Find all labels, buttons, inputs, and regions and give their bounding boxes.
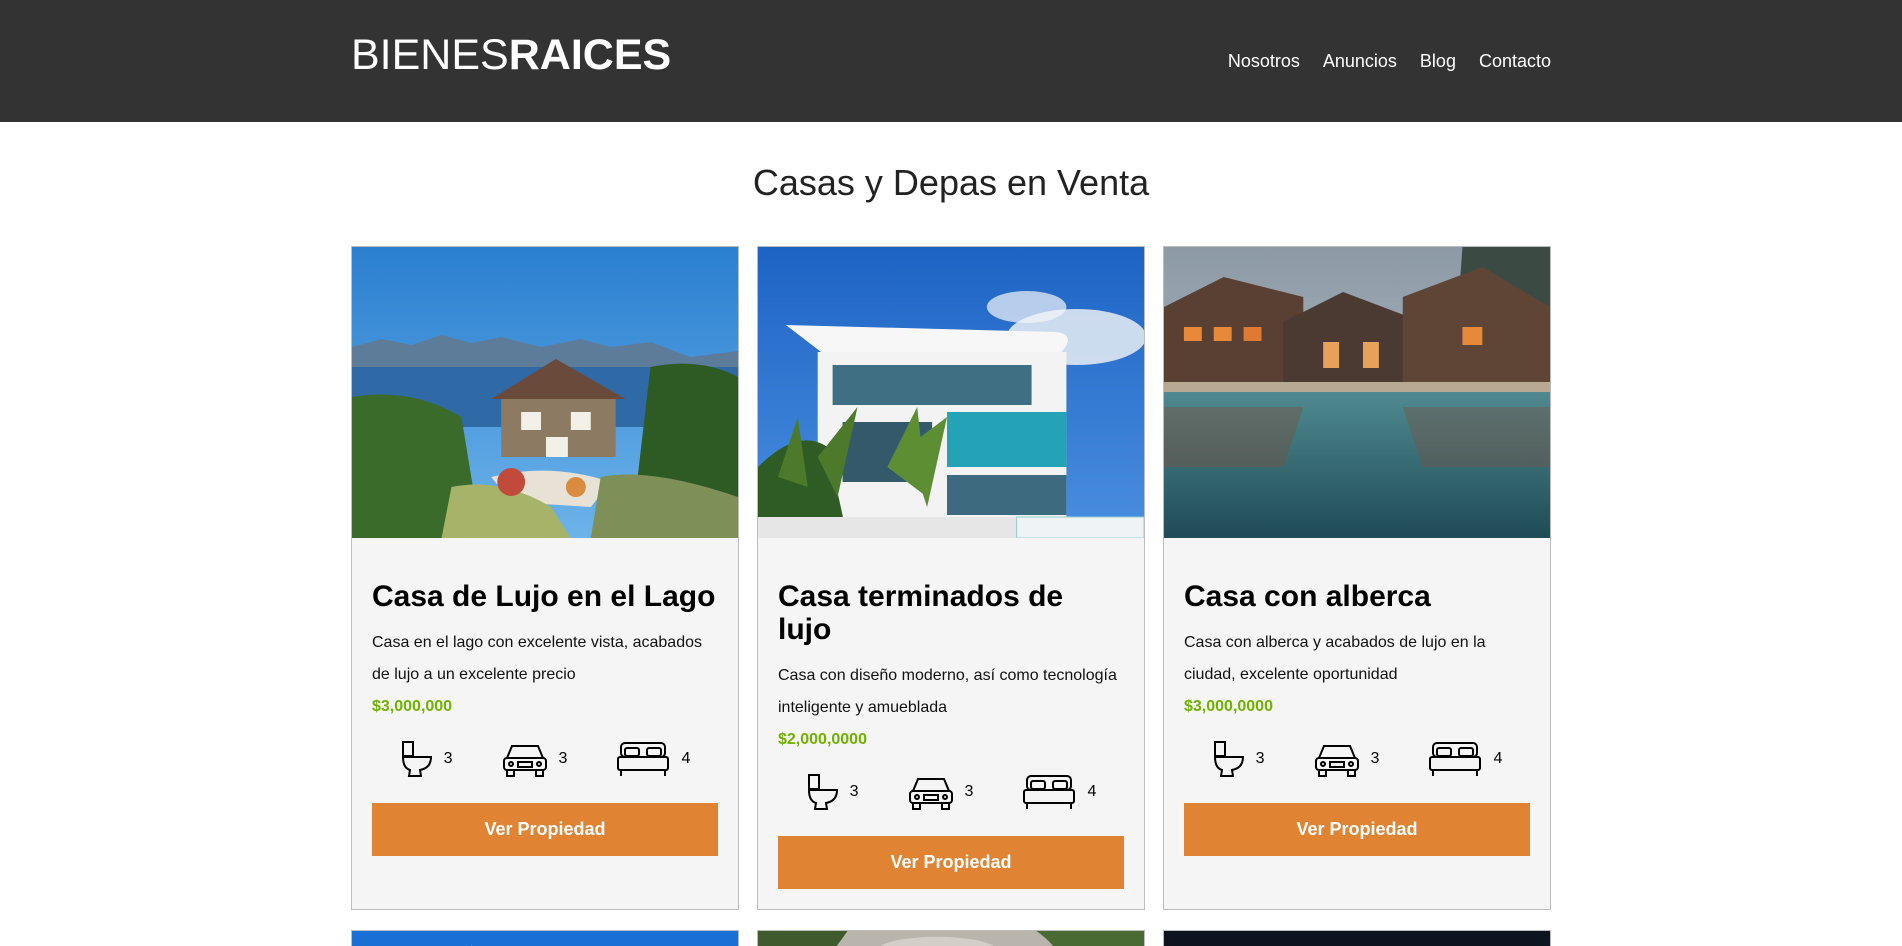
section-title: Casas y Depas en Venta bbox=[752, 162, 1150, 203]
listing-card-body: Casa con alberca Casa con alberca y acab… bbox=[1164, 538, 1550, 876]
feature-bedrooms: 4 bbox=[615, 740, 690, 778]
listing-image-pool-house bbox=[1164, 247, 1550, 538]
toilet-icon bbox=[401, 741, 432, 777]
site-header: BIENESRAICES Nosotros Anuncios Blog Cont… bbox=[0, 0, 1902, 122]
car-icon bbox=[1314, 745, 1359, 777]
feature-bedrooms: 4 bbox=[1427, 740, 1502, 778]
view-property-button[interactable]: Ver Propiedad bbox=[778, 836, 1124, 889]
listing-card-partial bbox=[1163, 930, 1551, 946]
listing-card: Casa de Lujo en el Lago Casa en el lago … bbox=[351, 246, 739, 910]
view-property-button[interactable]: Ver Propiedad bbox=[1184, 803, 1530, 856]
listing-title: Casa con alberca bbox=[1184, 580, 1431, 613]
listing-features: 3 3 4 bbox=[1184, 737, 1530, 781]
listing-title: Casa de Lujo en el Lago bbox=[372, 580, 716, 613]
feature-parking: 3 bbox=[907, 773, 974, 811]
feature-bedrooms: 4 bbox=[1021, 773, 1096, 811]
view-property-button[interactable]: Ver Propiedad bbox=[372, 803, 718, 856]
parking-count: 3 bbox=[1370, 750, 1380, 767]
listing-image-lake-house bbox=[352, 247, 738, 538]
listing-price: $3,000,0000 bbox=[1184, 698, 1273, 715]
listing-card-body: Casa de Lujo en el Lago Casa en el lago … bbox=[352, 538, 738, 876]
toilet-icon bbox=[807, 774, 838, 810]
listing-card-partial bbox=[351, 930, 739, 946]
listing-description: Casa en el lago con excelente vista, aca… bbox=[372, 634, 702, 683]
bedrooms-count: 4 bbox=[681, 750, 691, 767]
bathrooms-count: 3 bbox=[1255, 750, 1265, 767]
feature-parking: 3 bbox=[1313, 740, 1380, 778]
listings-grid: Casa de Lujo en el Lago Casa en el lago … bbox=[351, 246, 1551, 946]
listing-card-partial bbox=[757, 930, 1145, 946]
logo-bold-text: RAICES bbox=[508, 30, 672, 79]
toilet-icon bbox=[1213, 741, 1244, 777]
listing-image-partial bbox=[758, 931, 1144, 946]
bed-icon bbox=[1429, 742, 1482, 776]
car-icon bbox=[502, 745, 547, 777]
parking-count: 3 bbox=[964, 783, 974, 800]
listing-card: Casa con alberca Casa con alberca y acab… bbox=[1163, 246, 1551, 910]
feature-parking: 3 bbox=[501, 740, 568, 778]
nav-link-blog[interactable]: Blog bbox=[1420, 51, 1456, 72]
bed-icon bbox=[617, 742, 670, 776]
car-icon bbox=[908, 778, 953, 810]
listing-title: Casa terminados de lujo bbox=[778, 580, 1064, 646]
logo-light-text: BIENES bbox=[351, 30, 509, 79]
listing-features: 3 3 4 bbox=[372, 737, 718, 781]
bedrooms-count: 4 bbox=[1087, 783, 1097, 800]
bathrooms-count: 3 bbox=[443, 750, 453, 767]
site-logo[interactable]: BIENESRAICES bbox=[351, 31, 671, 80]
listing-image-partial bbox=[352, 931, 738, 946]
listing-description: Casa con alberca y acabados de lujo en l… bbox=[1184, 634, 1486, 683]
bed-icon bbox=[1023, 775, 1076, 809]
header-inner: BIENESRAICES Nosotros Anuncios Blog Cont… bbox=[351, 0, 1551, 122]
bedrooms-count: 4 bbox=[1493, 750, 1503, 767]
parking-count: 3 bbox=[558, 750, 568, 767]
main-nav: Nosotros Anuncios Blog Contacto bbox=[1228, 51, 1551, 72]
listing-features: 3 3 4 bbox=[778, 770, 1124, 814]
feature-bathrooms: 3 bbox=[1212, 740, 1265, 778]
listing-image-modern-house bbox=[758, 247, 1144, 538]
listing-image-partial bbox=[1164, 931, 1550, 946]
listing-price: $2,000,0000 bbox=[778, 731, 867, 748]
listing-price: $3,000,000 bbox=[372, 698, 453, 715]
listing-card: Casa terminados de lujo Casa con diseño … bbox=[757, 246, 1145, 910]
feature-bathrooms: 3 bbox=[806, 773, 859, 811]
nav-link-nosotros[interactable]: Nosotros bbox=[1228, 51, 1300, 72]
feature-bathrooms: 3 bbox=[400, 740, 453, 778]
bathrooms-count: 3 bbox=[849, 783, 859, 800]
nav-link-anuncios[interactable]: Anuncios bbox=[1323, 51, 1397, 72]
nav-link-contacto[interactable]: Contacto bbox=[1479, 51, 1551, 72]
listing-card-body: Casa terminados de lujo Casa con diseño … bbox=[758, 538, 1144, 909]
listing-description: Casa con diseño moderno, así como tecnol… bbox=[778, 667, 1117, 716]
